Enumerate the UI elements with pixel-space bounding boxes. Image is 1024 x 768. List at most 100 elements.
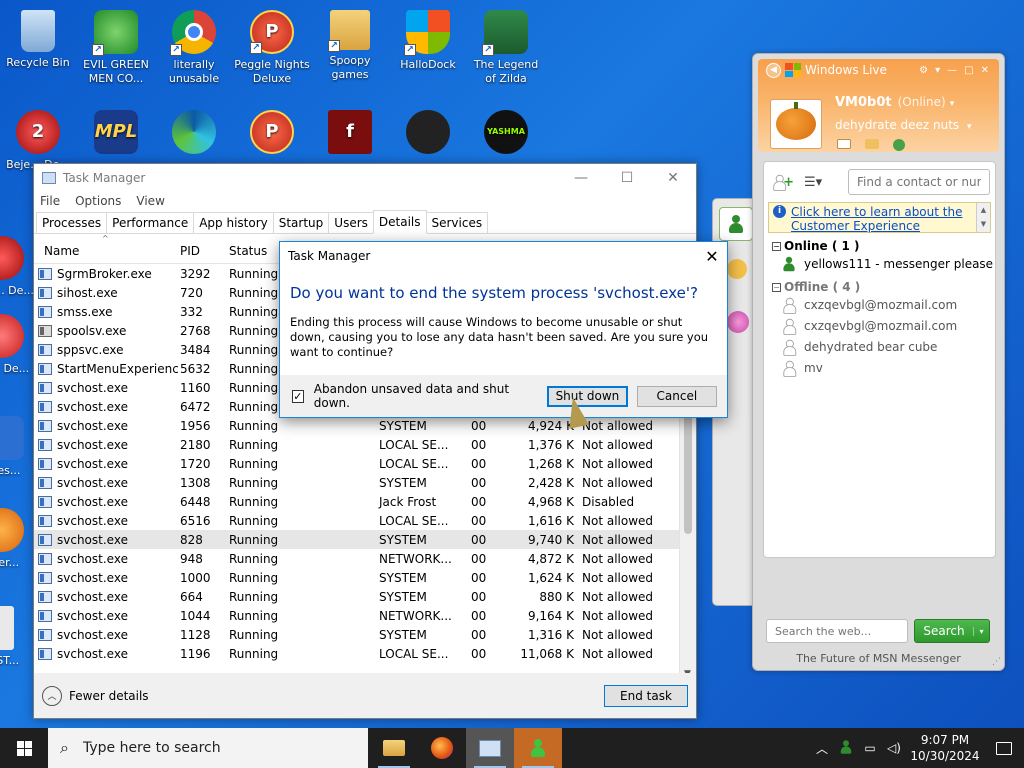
- table-row[interactable]: svchost.exe 1044 Running NETWORK... 00 9,164 …: [34, 606, 696, 625]
- tab-processes[interactable]: Processes: [36, 212, 108, 233]
- taskbar-firefox[interactable]: [418, 728, 466, 768]
- customer-experience-link[interactable]: Click here to learn about the Customer E…: [791, 205, 986, 233]
- web-search-input[interactable]: [766, 619, 908, 643]
- collapse-icon[interactable]: −: [772, 241, 781, 251]
- desktop-icon-spoopy-games[interactable]: ↗ Spoopy games: [312, 6, 388, 82]
- add-contact-icon[interactable]: +: [772, 173, 794, 191]
- maximize-icon[interactable]: □: [964, 65, 973, 76]
- menu-options[interactable]: Options: [75, 192, 128, 212]
- web-search-button[interactable]: Search ▾: [914, 619, 990, 643]
- taskbar-task-manager[interactable]: [466, 728, 514, 768]
- desktop-icon-hallodock[interactable]: ↗ HalloDock: [390, 6, 466, 72]
- avatar[interactable]: [770, 99, 822, 149]
- tab-performance[interactable]: Performance: [106, 212, 195, 233]
- display-name[interactable]: VM0b0t (Online) ▾: [835, 95, 954, 110]
- list-options-icon[interactable]: ☰▾: [804, 173, 826, 191]
- start-button[interactable]: [0, 728, 48, 768]
- psm-chevron-icon[interactable]: ▾: [967, 122, 972, 132]
- bell-icon[interactable]: [727, 259, 747, 279]
- tab-users[interactable]: Users: [328, 212, 374, 233]
- table-row[interactable]: svchost.exe 2180 Running LOCAL SE... 00 1,376…: [34, 435, 696, 454]
- network-icon[interactable]: ▭: [858, 741, 882, 755]
- notifications-button[interactable]: [984, 741, 1024, 755]
- online-group-header[interactable]: − Online ( 1 ): [764, 233, 995, 253]
- contact-offline[interactable]: mv: [764, 357, 995, 378]
- flower-icon[interactable]: [727, 311, 749, 333]
- table-row[interactable]: svchost.exe 1308 Running SYSTEM 00 2,428 K Not…: [34, 473, 696, 492]
- table-row[interactable]: svchost.exe 1956 Running SYSTEM 00 4,924 K Not…: [34, 416, 696, 435]
- desktop-icon-edge[interactable]: [156, 106, 232, 158]
- spaces-icon[interactable]: [893, 139, 905, 151]
- tab-app-history[interactable]: App history: [193, 212, 274, 233]
- resize-grip-icon[interactable]: ⋰: [992, 657, 1001, 667]
- taskbar-messenger[interactable]: [514, 728, 562, 768]
- close-icon[interactable]: ✕: [981, 65, 989, 76]
- table-row[interactable]: svchost.exe 6448 Running Jack Frost 00 4,968 …: [34, 492, 696, 511]
- end-task-button[interactable]: End task: [604, 684, 688, 707]
- offline-group-header[interactable]: − Offline ( 4 ): [764, 274, 995, 294]
- tools-icon[interactable]: ⚙: [919, 65, 928, 76]
- fewer-details-link[interactable]: Fewer details: [69, 689, 149, 703]
- chevron-up-icon[interactable]: ︿: [42, 685, 62, 706]
- chevron-up-icon[interactable]: ︿: [810, 740, 834, 757]
- messenger-tray-icon[interactable]: [834, 738, 858, 759]
- desktop-icon-evil-green-men[interactable]: ↗ EVIL GREEN MEN CO...: [78, 6, 154, 86]
- close-icon[interactable]: ✕: [697, 247, 727, 266]
- desktop-icon-flash[interactable]: f: [312, 106, 388, 158]
- menu-file[interactable]: File: [40, 192, 67, 212]
- abandon-data-checkbox[interactable]: ✓: [292, 389, 304, 403]
- desktop-icon-yashma[interactable]: YASHMA: [468, 106, 544, 158]
- desktop-icon-utility[interactable]: [390, 106, 466, 158]
- user-cell: SYSTEM: [379, 533, 471, 547]
- tab-details[interactable]: Details: [372, 210, 427, 234]
- shut-down-button[interactable]: Shut down: [547, 385, 628, 407]
- tab-startup[interactable]: Startup: [272, 212, 330, 233]
- column-name[interactable]: Name: [34, 244, 178, 258]
- desktop-icon-recycle-bin[interactable]: Recycle Bin: [0, 6, 76, 70]
- dialog-titlebar[interactable]: Task Manager ✕: [280, 242, 727, 270]
- desktop-icon-legend-of-zilda[interactable]: ↗ The Legend of Zilda: [468, 6, 544, 86]
- close-icon[interactable]: ✕: [650, 164, 696, 192]
- cancel-button[interactable]: Cancel: [636, 385, 717, 407]
- status-text[interactable]: (Online): [898, 95, 946, 109]
- back-icon[interactable]: ◀: [766, 62, 781, 78]
- status-chevron-icon[interactable]: ▾: [950, 99, 955, 109]
- contact-online[interactable]: yellows111 - messenger please: [764, 253, 995, 274]
- minimize-icon[interactable]: —: [947, 65, 957, 76]
- column-pid[interactable]: PID: [178, 244, 229, 258]
- table-row[interactable]: svchost.exe 1128 Running SYSTEM 00 1,316 K Not…: [34, 625, 696, 644]
- table-row[interactable]: svchost.exe 948 Running NETWORK... 00 4,872 K…: [34, 549, 696, 568]
- desktop-icon-peggle[interactable]: P ↗ Peggle Nights Deluxe: [234, 6, 310, 86]
- desktop-icon-peggle-2[interactable]: P: [234, 106, 310, 158]
- task-manager-titlebar[interactable]: Task Manager — ☐ ✕: [34, 164, 696, 192]
- volume-icon[interactable]: ◁): [882, 741, 906, 755]
- table-row[interactable]: svchost.exe 664 Running SYSTEM 00 880 K Not al…: [34, 587, 696, 606]
- table-row[interactable]: svchost.exe 828 Running SYSTEM 00 9,740 K Not …: [34, 530, 696, 549]
- messenger-tab-buddy[interactable]: [719, 207, 753, 241]
- maximize-icon[interactable]: ☐: [604, 164, 650, 192]
- taskbar-file-explorer[interactable]: [370, 728, 418, 768]
- find-contact-input[interactable]: [848, 169, 990, 195]
- contact-offline[interactable]: cxzqevbgl@mozmail.com: [764, 294, 995, 315]
- clock[interactable]: 9:07 PM 10/30/2024: [906, 732, 984, 764]
- table-row[interactable]: svchost.exe 1196 Running LOCAL SE... 00 11,06…: [34, 644, 696, 663]
- contact-offline[interactable]: dehydrated bear cube: [764, 336, 995, 357]
- personal-message[interactable]: dehydrate deez nuts ▾: [835, 118, 972, 132]
- contact-offline[interactable]: cxzqevbgl@mozmail.com: [764, 315, 995, 336]
- search-dropdown-icon[interactable]: ▾: [973, 626, 989, 636]
- mail-icon[interactable]: [837, 139, 851, 149]
- abandon-data-label[interactable]: Abandon unsaved data and shut down.: [314, 382, 523, 410]
- share-folder-icon[interactable]: [865, 139, 879, 149]
- banner-scrollbar[interactable]: ▲ ▼: [976, 203, 990, 232]
- minimize-icon[interactable]: —: [558, 164, 604, 192]
- menu-chevron-icon[interactable]: ▾: [935, 65, 940, 76]
- desktop-icon-mpl[interactable]: MPL: [78, 106, 154, 158]
- taskbar-search[interactable]: ⌕ Type here to search: [48, 728, 368, 768]
- menu-view[interactable]: View: [136, 192, 171, 212]
- table-row[interactable]: svchost.exe 1720 Running LOCAL SE... 00 1,268…: [34, 454, 696, 473]
- table-row[interactable]: svchost.exe 6516 Running LOCAL SE... 00 1,616…: [34, 511, 696, 530]
- collapse-icon[interactable]: −: [772, 282, 781, 292]
- desktop-icon-literally-unusable[interactable]: ↗ literally unusable: [156, 6, 232, 86]
- tab-services[interactable]: Services: [425, 212, 489, 233]
- table-row[interactable]: svchost.exe 1000 Running SYSTEM 00 1,624 K Not…: [34, 568, 696, 587]
